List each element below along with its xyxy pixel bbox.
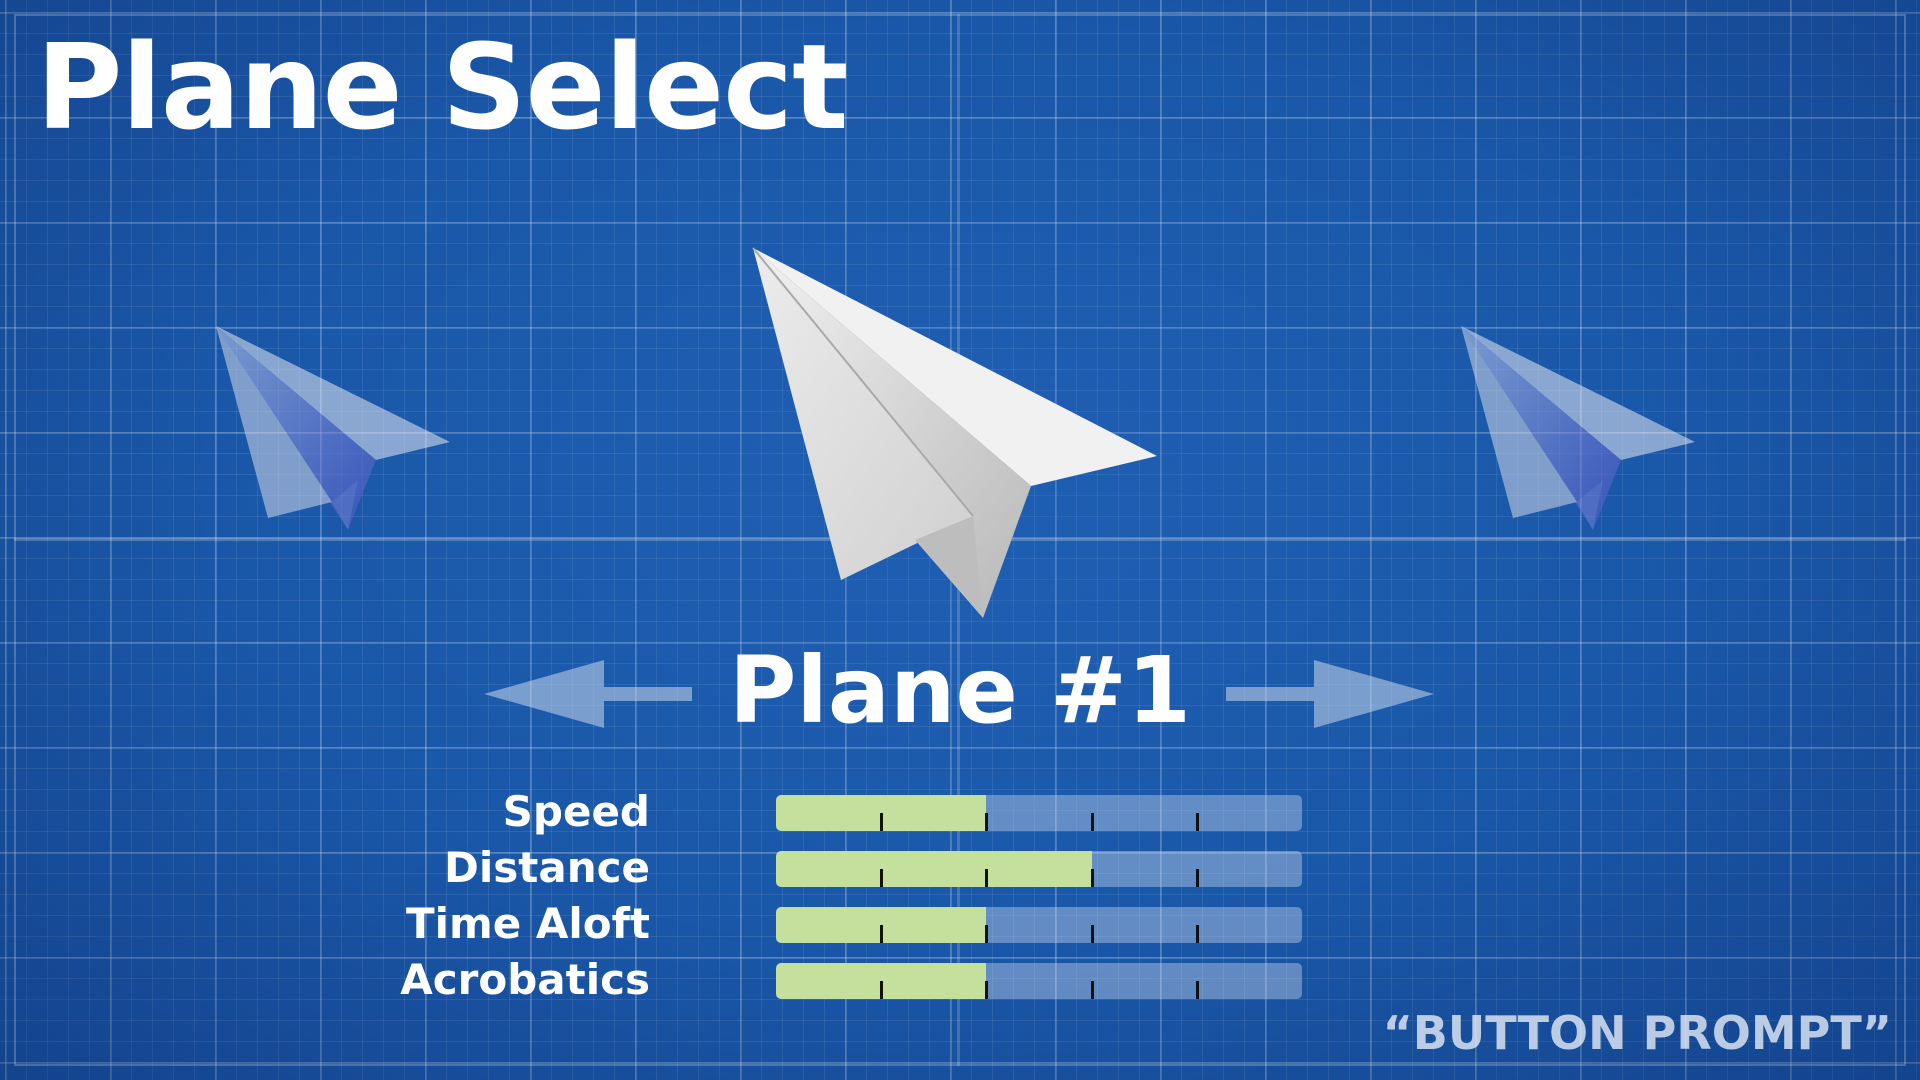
stat-row-distance: Distance bbox=[440, 842, 1340, 898]
stat-tick bbox=[1195, 981, 1199, 999]
stat-bar bbox=[776, 907, 1302, 943]
stat-tick bbox=[985, 925, 989, 943]
stat-tick bbox=[880, 981, 884, 999]
stat-tick bbox=[985, 813, 989, 831]
stat-row-acrobatics: Acrobatics bbox=[400, 954, 1340, 1010]
stat-tick bbox=[880, 869, 884, 887]
previous-plane-icon[interactable] bbox=[210, 320, 460, 550]
stat-bar bbox=[776, 851, 1302, 887]
stat-label: Time Aloft bbox=[405, 899, 650, 948]
stat-tick bbox=[1090, 981, 1094, 999]
stat-tick bbox=[1090, 925, 1094, 943]
stat-tick bbox=[1195, 925, 1199, 943]
stat-tick bbox=[985, 869, 989, 887]
stat-tick bbox=[1090, 813, 1094, 831]
stat-bar bbox=[776, 795, 1302, 831]
stat-row-speed: Speed bbox=[440, 786, 1340, 842]
stat-label: Speed bbox=[502, 787, 650, 836]
stat-label: Distance bbox=[444, 843, 650, 892]
stat-tick bbox=[985, 981, 989, 999]
plane-select-screen: Plane Select Plane #1 Speed Distance Tim… bbox=[0, 0, 1920, 1080]
stat-tick bbox=[880, 925, 884, 943]
stats-panel: Speed Distance Time Aloft Acrobatics bbox=[400, 786, 1340, 1010]
next-plane-icon[interactable] bbox=[1455, 320, 1705, 550]
stat-tick bbox=[1195, 813, 1199, 831]
stat-bar bbox=[776, 963, 1302, 999]
selected-plane-icon[interactable] bbox=[745, 240, 1165, 630]
stat-fill bbox=[776, 851, 1092, 887]
stat-tick bbox=[880, 813, 884, 831]
stat-row-time-aloft: Time Aloft bbox=[406, 898, 1340, 954]
stat-tick bbox=[1195, 869, 1199, 887]
selected-plane-name: Plane #1 bbox=[728, 637, 1192, 744]
button-prompt: “BUTTON PROMPT” bbox=[1382, 1006, 1892, 1060]
stat-tick bbox=[1090, 869, 1094, 887]
page-title: Plane Select bbox=[36, 18, 849, 156]
stat-label: Acrobatics bbox=[400, 955, 650, 1004]
